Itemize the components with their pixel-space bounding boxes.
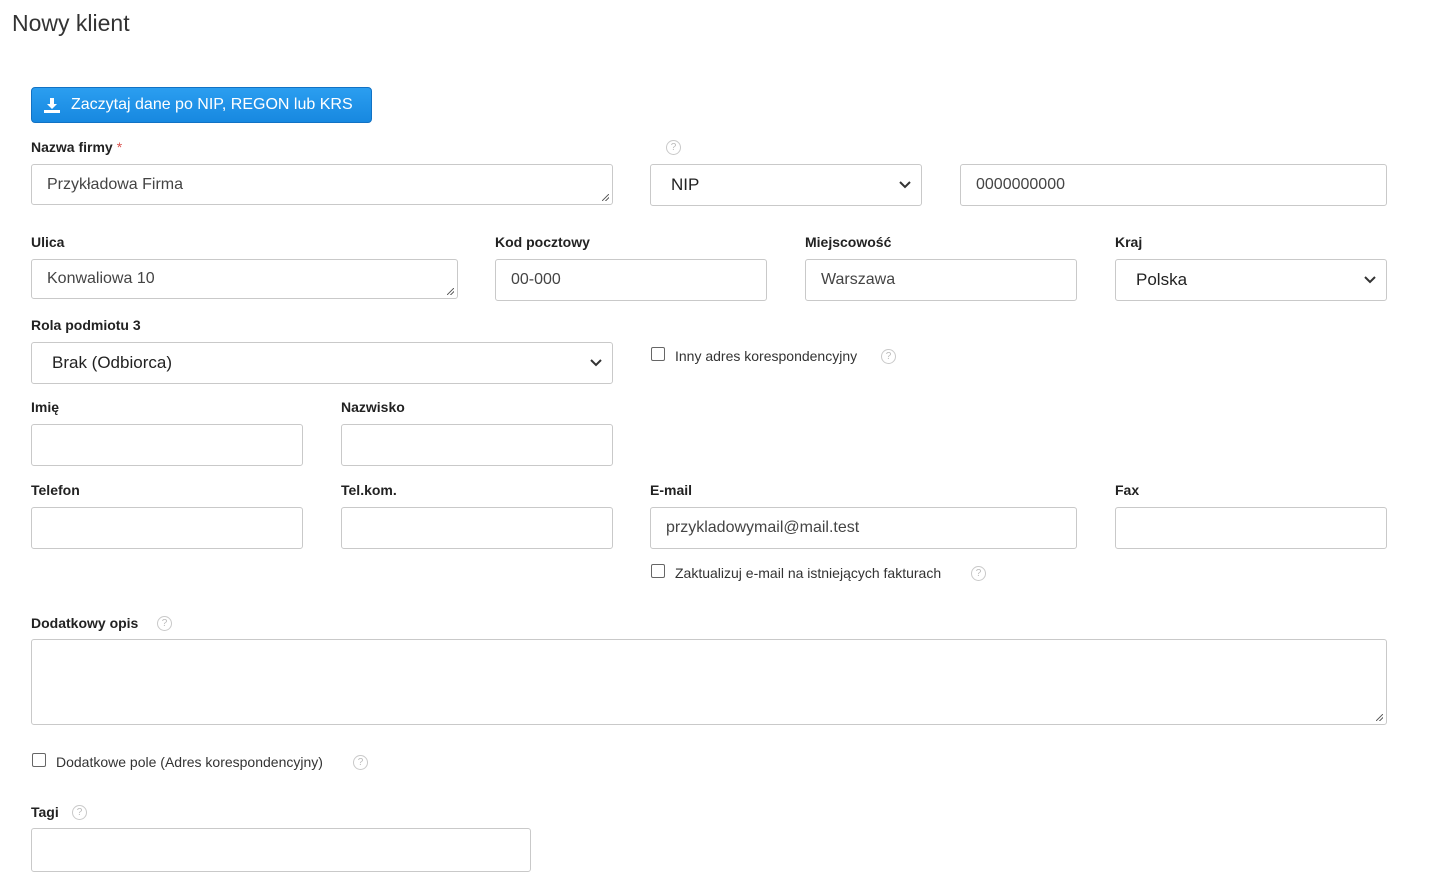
- help-icon[interactable]: ?: [353, 755, 368, 770]
- extra-field-checkbox[interactable]: [32, 753, 46, 767]
- id-number-input[interactable]: 0000000000: [960, 164, 1387, 206]
- id-type-selected: NIP: [671, 175, 700, 194]
- help-icon[interactable]: ?: [971, 566, 986, 581]
- update-email-checkbox[interactable]: [651, 564, 665, 578]
- phone-label: Telefon: [31, 482, 80, 498]
- required-marker: *: [116, 139, 123, 155]
- help-icon[interactable]: ?: [881, 349, 896, 364]
- alt-address-checkbox[interactable]: [651, 347, 665, 361]
- first-name-input[interactable]: [31, 424, 303, 466]
- mobile-input[interactable]: [341, 507, 613, 549]
- street-value: Konwaliowa 10: [47, 270, 155, 287]
- help-icon[interactable]: ?: [72, 805, 87, 820]
- role-label: Rola podmiotu 3: [31, 317, 141, 333]
- id-number-value: 0000000000: [976, 176, 1065, 193]
- download-icon: [44, 97, 60, 113]
- chevron-down-icon: [590, 359, 602, 367]
- fetch-company-data-button[interactable]: Zaczytaj dane po NIP, REGON lub KRS: [31, 87, 372, 123]
- chevron-down-icon: [1364, 276, 1376, 284]
- email-label: E-mail: [650, 482, 693, 498]
- description-label: Dodatkowy opis: [31, 615, 139, 631]
- email-input[interactable]: przykladowymail@mail.test: [650, 507, 1077, 549]
- city-input[interactable]: Warszawa: [805, 259, 1077, 301]
- postal-code-value: 00-000: [511, 271, 561, 288]
- email-value: przykladowymail@mail.test: [666, 519, 860, 536]
- country-select[interactable]: Polska: [1115, 259, 1387, 301]
- phone-input[interactable]: [31, 507, 303, 549]
- description-textarea[interactable]: [31, 639, 1387, 725]
- city-label: Miejscowość: [805, 234, 892, 250]
- fax-label: Fax: [1115, 482, 1140, 498]
- extra-field-label: Dodatkowe pole (Adres korespondencyjny): [56, 754, 323, 770]
- first-name-label: Imię: [31, 399, 60, 415]
- tags-input[interactable]: [31, 828, 531, 872]
- company-name-label: Nazwa firmy *: [31, 139, 122, 155]
- alt-address-label: Inny adres korespondencyjny: [675, 348, 858, 364]
- country-selected: Polska: [1136, 270, 1188, 289]
- tags-label: Tagi: [31, 804, 59, 820]
- page-title: Nowy klient: [12, 10, 130, 36]
- help-icon[interactable]: ?: [157, 616, 172, 631]
- fetch-button-label: Zaczytaj dane po NIP, REGON lub KRS: [71, 96, 353, 113]
- postal-code-input[interactable]: 00-000: [495, 259, 767, 301]
- update-email-label: Zaktualizuj e-mail na istniejących faktu…: [675, 565, 942, 581]
- street-input[interactable]: Konwaliowa 10: [31, 259, 458, 299]
- last-name-input[interactable]: [341, 424, 613, 466]
- id-type-select[interactable]: NIP: [650, 164, 922, 206]
- help-icon[interactable]: ?: [666, 140, 681, 155]
- street-label: Ulica: [31, 234, 65, 250]
- postal-code-label: Kod pocztowy: [495, 234, 590, 250]
- company-name-input[interactable]: Przykładowa Firma: [31, 164, 613, 205]
- company-name-label-text: Nazwa firmy: [31, 139, 113, 155]
- fax-input[interactable]: [1115, 507, 1387, 549]
- role-selected: Brak (Odbiorca): [52, 353, 172, 372]
- last-name-label: Nazwisko: [341, 399, 405, 415]
- mobile-label: Tel.kom.: [341, 482, 397, 498]
- country-label: Kraj: [1115, 234, 1143, 250]
- company-name-value: Przykładowa Firma: [47, 175, 184, 193]
- city-value: Warszawa: [821, 271, 896, 288]
- chevron-down-icon: [899, 181, 911, 189]
- role-select[interactable]: Brak (Odbiorca): [31, 342, 613, 384]
